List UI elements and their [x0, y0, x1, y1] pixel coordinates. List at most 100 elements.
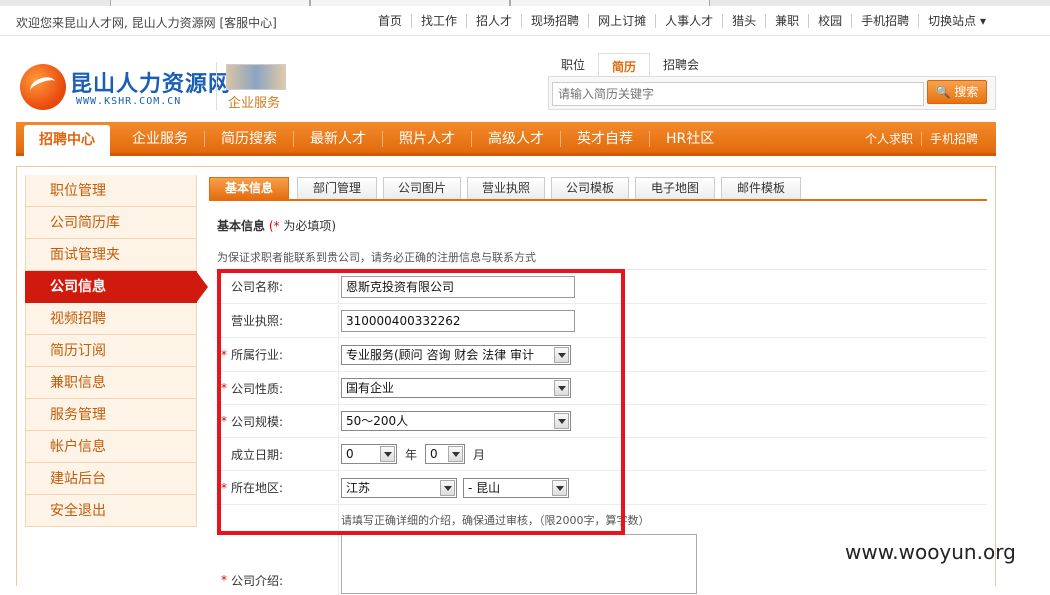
enterprise-service-label[interactable]: 企业服务: [228, 92, 280, 111]
form-row-founded: 成立日期: 0 年 0 月: [215, 438, 987, 471]
license-label: 营业执照:: [215, 304, 339, 337]
top-link-mobile[interactable]: 手机招聘: [851, 14, 918, 28]
search-tab-job[interactable]: 职位: [548, 52, 598, 78]
sidebar-item-company-info[interactable]: 公司信息: [25, 271, 208, 303]
chevron-down-icon[interactable]: [554, 380, 569, 396]
founded-year-value: 0: [346, 447, 354, 461]
top-link-recruit[interactable]: 招人才: [466, 14, 521, 28]
tab-company-template[interactable]: 公司模板: [551, 177, 629, 199]
form-row-scale: * 公司规模: 50～200人: [215, 405, 987, 438]
search-input[interactable]: [552, 82, 924, 106]
chevron-down-icon[interactable]: [554, 346, 569, 363]
sidebar-item-resume-subscribe[interactable]: 简历订阅: [25, 335, 197, 367]
chevron-down-icon[interactable]: [554, 413, 569, 429]
nav-personal-job[interactable]: 个人求职: [857, 132, 921, 146]
scale-value: 50～200人: [346, 414, 409, 428]
top-bar: 欢迎您来昆山人才网, 昆山人力资源网 [客服中心] 首页 找工作 招人才 现场招…: [0, 6, 1050, 36]
notice-text: 为保证求职者能联系到贵公司，请务必正确的注册信息与联系方式: [217, 251, 536, 264]
province-select[interactable]: 江苏: [341, 477, 457, 498]
watermark: www.wooyun.org: [845, 540, 1016, 564]
sidebar-item-interview-folder[interactable]: 面试管理夹: [25, 239, 197, 271]
city-value: - 昆山: [468, 480, 501, 495]
top-link-hr[interactable]: 人事人才: [655, 14, 722, 28]
sidebar-item-job-manage[interactable]: 职位管理: [25, 175, 197, 207]
top-link-booth[interactable]: 网上订摊: [588, 14, 655, 28]
license-input[interactable]: [341, 309, 575, 332]
site-logo[interactable]: 昆山人力资源网 WWW.KSHR.COM.CN: [20, 60, 230, 112]
nav-recruit-center[interactable]: 招聘中心: [24, 125, 110, 156]
sidebar-item-video-recruit[interactable]: 视频招聘: [25, 303, 197, 335]
industry-label: 所属行业:: [231, 348, 284, 362]
chevron-down-icon[interactable]: [552, 479, 567, 496]
sidebar-item-site-admin[interactable]: 建站后台: [25, 463, 197, 495]
logo-emblem-icon: [20, 64, 66, 110]
tab-department[interactable]: 部门管理: [297, 177, 377, 199]
logo-divider: [216, 62, 217, 110]
nav-resume-search[interactable]: 简历搜索: [204, 131, 293, 147]
content-panel: 职位管理 公司简历库 面试管理夹 公司信息 视频招聘 简历订阅 兼职信息 服务管…: [16, 166, 996, 595]
nav-senior-talent[interactable]: 高级人才: [471, 131, 560, 147]
top-link-home[interactable]: 首页: [369, 14, 411, 28]
welcome-text: 欢迎您来昆山人才网, 昆山人力资源网 [客服中心]: [16, 16, 277, 30]
sidebar-item-logout[interactable]: 安全退出: [25, 495, 197, 527]
chevron-down-icon[interactable]: [440, 479, 455, 496]
scale-label: 公司规模:: [231, 414, 284, 429]
industry-select[interactable]: 专业服务(顾问 咨询 财会 法律 审计: [341, 344, 571, 365]
nature-label: 公司性质:: [231, 381, 284, 396]
company-name-input[interactable]: [341, 275, 575, 298]
top-link-headhunter[interactable]: 猎头: [722, 14, 765, 28]
region-label: 所在地区:: [231, 481, 284, 495]
intro-label: 公司介绍:: [231, 574, 284, 588]
nature-select[interactable]: 国有企业: [341, 378, 571, 398]
search-button[interactable]: 🔍 搜索: [927, 80, 987, 104]
sidebar-item-parttime[interactable]: 兼职信息: [25, 367, 197, 399]
chevron-down-icon[interactable]: [380, 446, 395, 462]
logo-name: 昆山人力资源网: [70, 72, 232, 97]
top-nav: 首页 找工作 招人才 现场招聘 网上订摊 人事人才 猎头 兼职 校园 手机招聘 …: [369, 14, 988, 28]
tab-license[interactable]: 营业执照: [467, 177, 545, 199]
required-mark: (*: [268, 219, 280, 233]
tab-company-photo[interactable]: 公司图片: [383, 177, 461, 199]
required-star: *: [221, 414, 227, 428]
switch-site-dropdown[interactable]: 切换站点 ▾: [918, 14, 988, 28]
main-nav: 招聘中心 企业服务 简历搜索 最新人才 照片人才 高级人才 英才自荐 HR社区 …: [16, 122, 996, 156]
scale-select[interactable]: 50～200人: [341, 411, 571, 431]
form-row-license: 营业执照:: [215, 304, 987, 338]
search-tabs: 职位 简历 招聘会: [548, 52, 712, 79]
founded-month-select[interactable]: 0: [425, 444, 466, 464]
month-unit: 月: [473, 447, 486, 462]
sidebar-item-account[interactable]: 帐户信息: [25, 431, 197, 463]
sidebar: 职位管理 公司简历库 面试管理夹 公司信息 视频招聘 简历订阅 兼职信息 服务管…: [25, 175, 208, 527]
logo-url: WWW.KSHR.COM.CN: [76, 96, 182, 107]
year-unit: 年: [405, 447, 418, 462]
nature-value: 国有企业: [346, 381, 395, 395]
nav-mobile-recruit[interactable]: 手机招聘: [920, 132, 986, 146]
tab-basic-info[interactable]: 基本信息: [209, 177, 289, 199]
required-star: *: [221, 381, 227, 395]
top-link-onsite[interactable]: 现场招聘: [521, 14, 588, 28]
tab-map[interactable]: 电子地图: [635, 177, 715, 199]
top-link-parttime[interactable]: 兼职: [765, 14, 808, 28]
company-name-label: 公司名称:: [215, 270, 339, 303]
required-star: *: [221, 480, 227, 495]
founded-year-select[interactable]: 0: [341, 444, 397, 464]
nav-enterprise-service[interactable]: 企业服务: [116, 131, 204, 147]
top-link-campus[interactable]: 校园: [808, 14, 851, 28]
nav-self-recommend[interactable]: 英才自荐: [560, 131, 649, 147]
city-select[interactable]: - 昆山: [463, 477, 569, 498]
nav-photo-talent[interactable]: 照片人才: [382, 131, 471, 147]
chevron-down-icon[interactable]: [448, 446, 464, 462]
nav-hr-community[interactable]: HR社区: [649, 131, 730, 147]
top-link-find-job[interactable]: 找工作: [411, 14, 466, 28]
tab-mail-template[interactable]: 邮件模板: [721, 177, 801, 199]
section-heading: 基本信息: [217, 219, 266, 233]
founded-label: 成立日期:: [215, 438, 339, 470]
info-tabs: 基本信息 部门管理 公司图片 营业执照 公司模板 电子地图 邮件模板: [209, 177, 987, 201]
search-tab-fair[interactable]: 招聘会: [650, 52, 712, 78]
nav-latest-talent[interactable]: 最新人才: [293, 131, 382, 147]
intro-textarea[interactable]: [341, 534, 697, 594]
sidebar-item-service-manage[interactable]: 服务管理: [25, 399, 197, 431]
sidebar-item-resume-library[interactable]: 公司简历库: [25, 207, 197, 239]
industry-value: 专业服务(顾问 咨询 财会 法律 审计: [346, 347, 534, 362]
required-star: *: [221, 347, 227, 362]
